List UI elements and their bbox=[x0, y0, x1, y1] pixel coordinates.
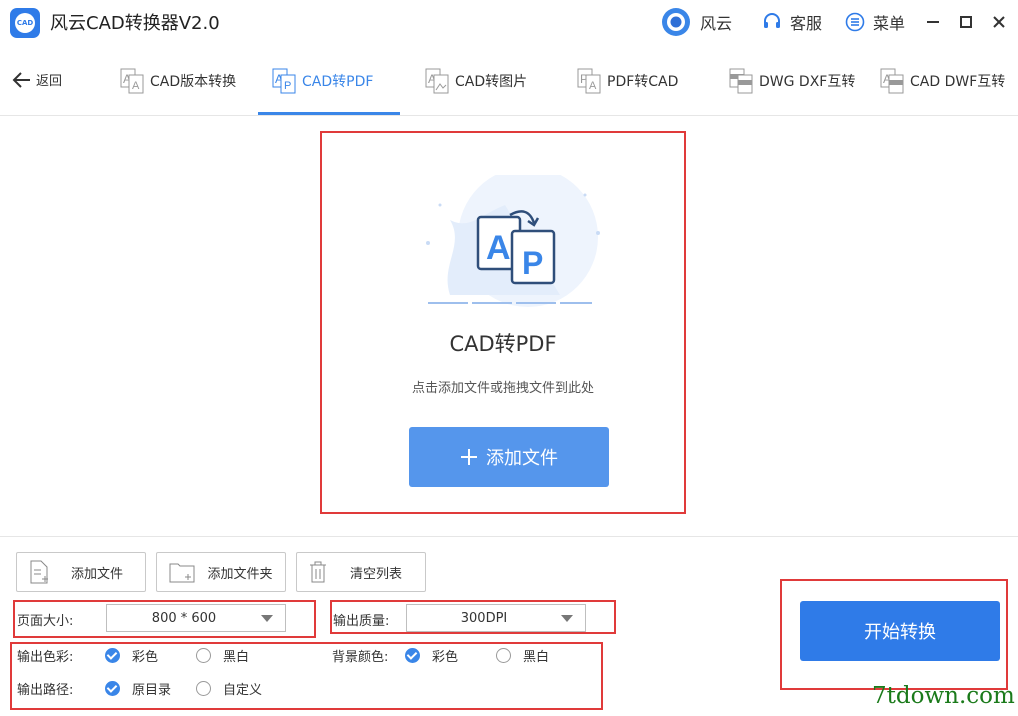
pdf-to-cad-icon: P A bbox=[577, 68, 601, 94]
start-convert-button[interactable]: 开始转换 bbox=[800, 601, 1000, 661]
quality-value: 300DPI bbox=[460, 610, 508, 626]
option-label: 原目录 bbox=[132, 683, 172, 698]
svg-text:P: P bbox=[522, 245, 543, 281]
watermark: 7tdown.com bbox=[872, 683, 1015, 709]
cad-dwf-icon: A bbox=[880, 68, 904, 94]
app-logo-text: CAD bbox=[15, 13, 35, 33]
maximize-button[interactable] bbox=[955, 11, 977, 33]
radio-unchecked-icon bbox=[196, 681, 211, 696]
app-title: 风云CAD转换器V2.0 bbox=[50, 13, 220, 34]
toolbar-add-file-label: 添加文件 bbox=[70, 566, 123, 582]
quality-label: 输出质量: bbox=[333, 614, 390, 629]
svg-text:P: P bbox=[284, 80, 291, 92]
menu-button[interactable]: 菜单 bbox=[845, 8, 905, 36]
dwg-dxf-icon bbox=[729, 68, 753, 94]
add-file-icon bbox=[30, 560, 48, 584]
function-tab-bar: 返回 A A CAD版本转换 A P CAD转PDF A CAD转图片 P A … bbox=[0, 56, 1018, 116]
menu-icon bbox=[845, 12, 865, 32]
tab-label: CAD转PDF bbox=[302, 74, 374, 90]
output-color-option-color[interactable]: 彩色 bbox=[105, 646, 158, 665]
svg-text:A: A bbox=[589, 80, 597, 92]
tab-label: CAD版本转换 bbox=[150, 74, 237, 90]
title-bar: CAD 风云CAD转换器V2.0 风云 客服 菜单 bbox=[0, 0, 1018, 44]
tab-label: PDF转CAD bbox=[607, 74, 679, 90]
active-tab-indicator bbox=[258, 112, 400, 115]
output-path-option-original[interactable]: 原目录 bbox=[105, 679, 171, 698]
page-size-label: 页面大小: bbox=[17, 614, 74, 629]
bg-color-label: 背景颜色: bbox=[332, 650, 389, 665]
customer-service-button[interactable]: 客服 bbox=[762, 8, 822, 36]
toolbar-add-folder-label: 添加文件夹 bbox=[207, 566, 273, 582]
radio-unchecked-icon bbox=[196, 648, 211, 663]
tab-pdf-to-cad[interactable]: P A PDF转CAD bbox=[577, 66, 678, 96]
tab-cad-version[interactable]: A A CAD版本转换 bbox=[120, 66, 236, 96]
app-logo-icon: CAD bbox=[10, 8, 40, 38]
file-convert-illustration-icon: A P bbox=[426, 175, 600, 307]
bg-color-option-bw[interactable]: 黑白 bbox=[496, 646, 549, 665]
svg-text:A: A bbox=[132, 80, 140, 92]
tab-label: CAD DWF互转 bbox=[910, 74, 1006, 90]
headset-icon bbox=[764, 13, 780, 28]
radio-checked-icon bbox=[105, 681, 120, 696]
page-size-select[interactable]: 800 * 600 bbox=[106, 604, 286, 632]
radio-checked-icon bbox=[105, 648, 120, 663]
cad-version-icon: A A bbox=[120, 68, 144, 94]
tab-label: CAD转图片 bbox=[455, 74, 528, 90]
add-file-button[interactable]: 添加文件 bbox=[409, 427, 609, 487]
option-label: 彩色 bbox=[432, 650, 459, 665]
svg-text:A: A bbox=[486, 229, 511, 267]
cad-to-image-icon: A bbox=[425, 68, 449, 94]
quality-select[interactable]: 300DPI bbox=[406, 604, 586, 632]
minimize-icon bbox=[927, 21, 939, 23]
close-icon bbox=[993, 16, 1005, 28]
option-label: 黑白 bbox=[523, 650, 550, 665]
dropzone-title: CAD转PDF bbox=[449, 332, 557, 356]
output-color-option-bw[interactable]: 黑白 bbox=[196, 646, 249, 665]
cad-to-pdf-icon: A P bbox=[272, 68, 296, 94]
tab-cad-dwf[interactable]: A CAD DWF互转 bbox=[880, 66, 1005, 96]
toolbar-add-file-button[interactable]: 添加文件 bbox=[16, 552, 146, 592]
folder-icon bbox=[169, 563, 195, 583]
back-label: 返回 bbox=[36, 74, 63, 89]
toolbar-clear-list-button[interactable]: 清空列表 bbox=[296, 552, 426, 592]
close-button[interactable] bbox=[988, 11, 1010, 33]
menu-label: 菜单 bbox=[873, 14, 906, 33]
output-path-option-custom[interactable]: 自定义 bbox=[196, 679, 262, 698]
option-label: 黑白 bbox=[223, 650, 250, 665]
brand-label: 风云 bbox=[700, 14, 733, 33]
tab-cad-to-image[interactable]: A CAD转图片 bbox=[425, 66, 527, 96]
bg-color-option-color[interactable]: 彩色 bbox=[405, 646, 458, 665]
tab-dwg-dxf[interactable]: DWG DXF互转 bbox=[729, 66, 855, 96]
toolbar-clear-list-label: 清空列表 bbox=[349, 566, 402, 582]
toolbar-add-folder-button[interactable]: 添加文件夹 bbox=[156, 552, 286, 592]
arrow-left-icon bbox=[12, 71, 30, 88]
maximize-icon bbox=[960, 16, 972, 28]
minimize-button[interactable] bbox=[922, 11, 944, 33]
add-file-label: 添加文件 bbox=[486, 448, 558, 469]
chevron-down-icon bbox=[261, 614, 273, 622]
tab-cad-to-pdf[interactable]: A P CAD转PDF bbox=[272, 66, 373, 96]
tab-label: DWG DXF互转 bbox=[759, 74, 856, 90]
output-path-label: 输出路径: bbox=[17, 683, 74, 698]
option-label: 自定义 bbox=[223, 683, 263, 698]
brand-button[interactable]: 风云 bbox=[660, 8, 732, 36]
radio-unchecked-icon bbox=[496, 648, 511, 663]
trash-icon bbox=[310, 561, 326, 583]
back-button[interactable]: 返回 bbox=[12, 70, 62, 89]
chevron-down-icon bbox=[561, 614, 573, 622]
brand-icon bbox=[662, 8, 690, 36]
dropzone-hint: 点击添加文件或拖拽文件到此处 bbox=[411, 381, 594, 396]
divider bbox=[0, 536, 1018, 537]
output-color-label: 输出色彩: bbox=[17, 650, 74, 665]
page-size-value: 800 * 600 bbox=[151, 610, 217, 626]
service-label: 客服 bbox=[790, 14, 823, 33]
radio-checked-icon bbox=[405, 648, 420, 663]
plus-icon bbox=[461, 449, 477, 465]
option-label: 彩色 bbox=[132, 650, 159, 665]
